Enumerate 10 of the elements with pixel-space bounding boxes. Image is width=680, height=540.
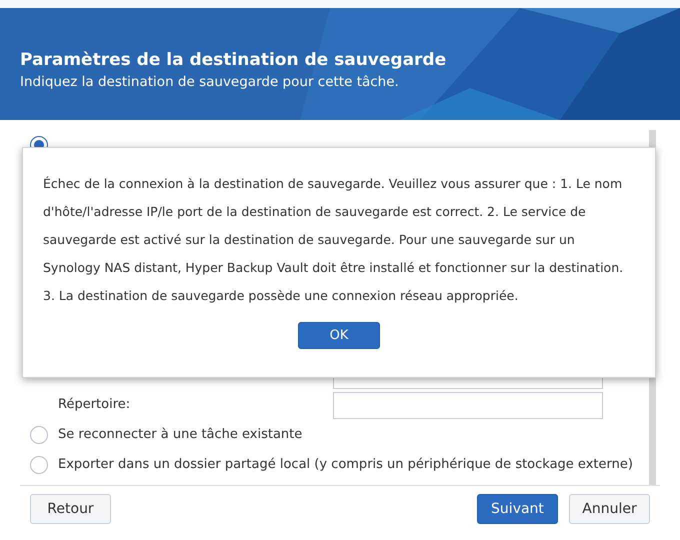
next-button[interactable]: Suivant <box>477 494 558 524</box>
cancel-button[interactable]: Annuler <box>569 494 650 524</box>
field-label: Répertoire: <box>58 396 132 414</box>
option-label: Se reconnecter à une tâche existante <box>58 426 302 444</box>
page-title: Paramètres de la destination de sauvegarde <box>20 50 448 72</box>
page-subtitle: Indiquez la destination de sauvegarde pour cette tâche. <box>20 72 400 92</box>
ok-button[interactable]: OK <box>298 322 380 349</box>
option-label: Exporter dans un dossier partagé local (y compris un périphérique de stockage externe) <box>58 456 633 474</box>
error-message: Échec de la connexion à la destination de sauvegarde. Veuillez vous assurer que : 1. Le nom d'hôte/l'adresse IP/le port de la destination de sauvegarde est correct. 2. Le service de sauvegarde est activé sur la destination de sauvegarde. Pour une sauvegarde sur un Synology NAS distant, Hyper Backup Vault doit être installé et fonctionner sur la destination. 3. La destination de sauvegarde possède une connexion réseau appropriée. <box>43 175 624 305</box>
back-button[interactable]: Retour <box>30 494 111 524</box>
